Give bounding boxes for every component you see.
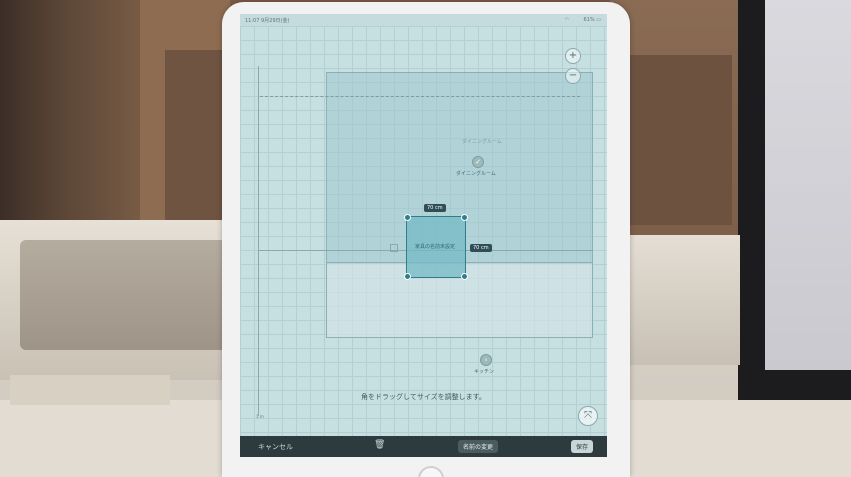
furniture-selection[interactable]: 家具の名前未設定 — [404, 214, 468, 280]
background-tray — [10, 375, 170, 405]
scale-indicator: 1 m — [256, 414, 264, 419]
zoom-out-icon: − — [568, 70, 578, 81]
check-pin-icon[interactable]: ✓ — [472, 156, 484, 168]
height-dimension-badge: 70 cm — [470, 244, 492, 252]
background-cabinet-right — [612, 55, 732, 225]
zoom-in-button[interactable]: + — [565, 48, 581, 64]
wall-line-left — [258, 66, 259, 416]
save-button[interactable]: 保存 — [571, 440, 594, 453]
room-label-dining: ダイニングルーム — [456, 171, 496, 177]
zoom-out-button[interactable]: − — [565, 68, 581, 84]
wifi-icon: ◠ — [564, 17, 569, 23]
room-label-dining-faded: ダイニングルーム — [462, 139, 502, 145]
resize-handle-top-left[interactable] — [404, 214, 411, 221]
instruction-hint: 角をドラッグしてサイズを調整します。 — [361, 393, 486, 401]
background-wall-left — [0, 0, 150, 225]
background-cabinet — [165, 50, 225, 220]
width-dimension-badge: 70 cm — [424, 204, 446, 212]
bottom-toolbar: キャンセル 🗑 名前の変更 保存 — [240, 436, 607, 457]
background-sink — [20, 240, 230, 350]
battery-indicator: 61% ▭ — [583, 17, 601, 23]
zoom-in-icon: + — [568, 50, 578, 61]
background-monitor-screen — [765, 0, 851, 370]
cancel-button[interactable]: キャンセル — [258, 442, 293, 452]
fit-icon: ⤧ — [584, 410, 592, 421]
resize-handle-bottom-right[interactable] — [461, 273, 468, 280]
resize-handle-top-right[interactable] — [461, 214, 468, 221]
status-bar: 11:07 9月29日(金) ◠ 61% ▭ — [240, 14, 607, 26]
room-label-kitchen: キッチン — [474, 369, 495, 375]
kitchen-pin-icon[interactable]: ‹ — [480, 354, 492, 366]
app-screen: 11:07 9月29日(金) ◠ 61% ▭ ダイニングルーム ✓ ダイニングル… — [240, 14, 607, 457]
dashed-guide-line — [260, 96, 580, 97]
floor-plan-canvas[interactable]: ダイニングルーム ✓ ダイニングルーム ‹ キッチン 家具の名前未設定 70 c… — [240, 26, 607, 436]
trash-icon[interactable]: 🗑 — [374, 440, 385, 450]
rename-button[interactable]: 名前の変更 — [458, 440, 499, 453]
furniture-name-label: 家具の名前未設定 — [415, 244, 456, 250]
resize-handle-bottom-left[interactable] — [404, 273, 411, 280]
status-time: 11:07 9月29日(金) — [245, 18, 290, 24]
fit-to-screen-button[interactable]: ⤧ — [578, 406, 598, 426]
wall-notch — [390, 244, 398, 252]
